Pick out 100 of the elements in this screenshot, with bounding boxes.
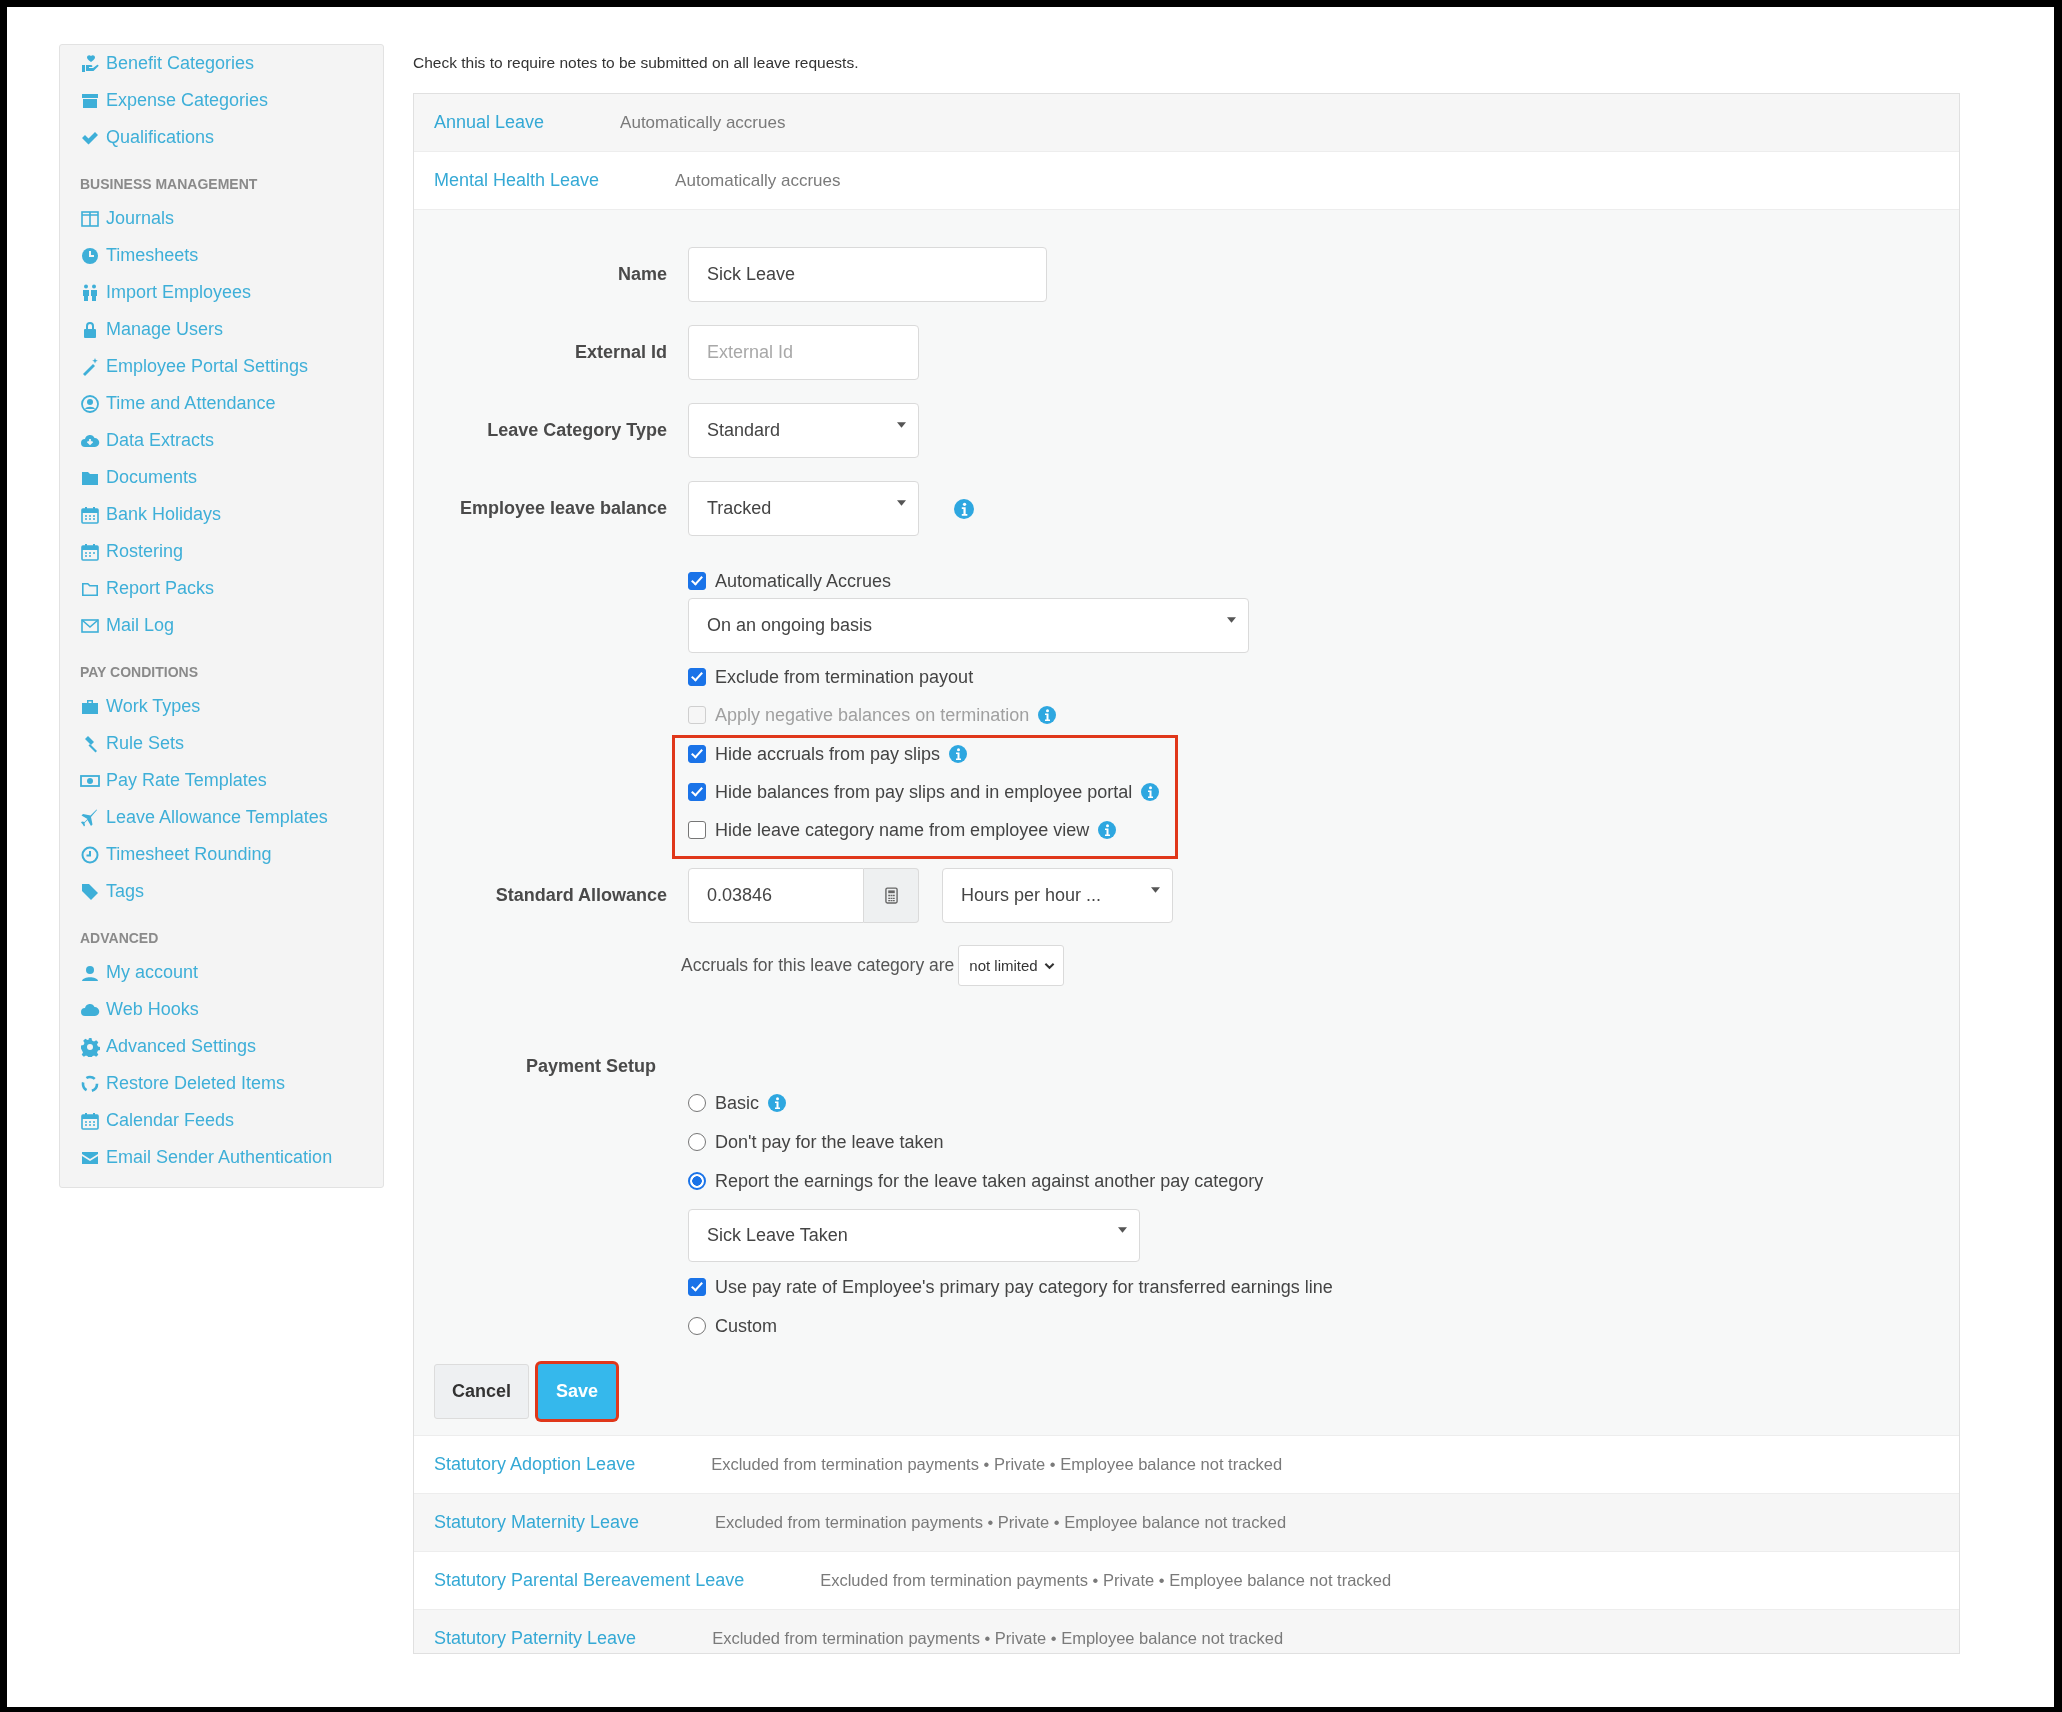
text-field[interactable]: External Id <box>688 325 919 380</box>
sidebar-item[interactable]: Rostering <box>80 533 184 570</box>
info-icon[interactable] <box>1141 783 1160 801</box>
leave-category-description: Excluded from termination payments • Private • Employee balance not tracked <box>820 1571 1392 1590</box>
calendar-icon <box>80 1110 100 1131</box>
radio-label: Custom <box>715 1315 777 1337</box>
leave-category-link[interactable]: Statutory Adoption Leave <box>434 1454 636 1475</box>
info-icon[interactable] <box>1098 821 1117 839</box>
section-heading: BUSINESS MANAGEMENT <box>80 174 259 194</box>
sidebar-item[interactable]: My account <box>80 954 199 991</box>
sidebar-item[interactable]: Timesheet Rounding <box>80 836 272 873</box>
radio-label: Don't pay for the leave taken <box>715 1131 944 1153</box>
sidebar-item[interactable]: Tags <box>80 873 145 910</box>
dropdown[interactable]: Hours per hour ... <box>942 868 1173 923</box>
radio-button[interactable] <box>688 1172 706 1190</box>
sidebar-item[interactable]: Pay Rate Templates <box>80 762 267 799</box>
leave-category-link[interactable]: Statutory Parental Bereavement Leave <box>434 1570 745 1591</box>
sidebar-item[interactable]: Leave Allowance Templates <box>80 799 328 836</box>
sidebar-item[interactable]: Benefit Categories <box>80 45 255 82</box>
caret-icon <box>897 499 906 506</box>
leave-category-description: Automatically accrues <box>620 112 786 133</box>
help-text: Check this to require notes to be submitted on all leave requests. <box>413 53 860 73</box>
caret-icon <box>897 421 906 428</box>
sidebar-item[interactable]: Advanced Settings <box>80 1028 257 1065</box>
checkbox-label: Hide leave category name from employee view <box>715 819 1090 841</box>
sidebar-item[interactable]: Manage Users <box>80 311 224 348</box>
dropdown[interactable]: On an ongoing basis <box>688 598 1249 653</box>
leave-category-description: Excluded from termination payments • Private • Employee balance not tracked <box>712 1629 1284 1648</box>
dropdown[interactable]: Standard <box>688 403 919 458</box>
checkbox[interactable] <box>688 1278 706 1296</box>
info-icon[interactable] <box>954 498 974 519</box>
sidebar-item[interactable]: Mail Log <box>80 607 175 644</box>
sidebar-item[interactable]: Restore Deleted Items <box>80 1065 286 1102</box>
checkbox[interactable] <box>688 572 706 590</box>
save-button[interactable]: Save <box>538 1364 616 1419</box>
caret-icon <box>1118 1226 1127 1233</box>
sidebar-item[interactable]: Employee Portal Settings <box>80 348 309 385</box>
section-heading: PAY CONDITIONS <box>80 662 199 682</box>
section-heading: ADVANCED <box>80 928 160 948</box>
sidebar-item[interactable]: Bank Holidays <box>80 496 222 533</box>
checkbox[interactable] <box>688 783 706 801</box>
sidebar-item[interactable]: Work Types <box>80 688 201 725</box>
radio-button[interactable] <box>688 1317 706 1335</box>
sidebar-item[interactable]: Data Extracts <box>80 422 215 459</box>
sidebar-item[interactable]: Journals <box>80 200 175 237</box>
leave-category-link[interactable]: Statutory Maternity Leave <box>434 1512 640 1533</box>
leave-category-link[interactable]: Statutory Paternity Leave <box>434 1628 637 1649</box>
text-field[interactable]: Sick Leave <box>688 247 1047 302</box>
radio-button[interactable] <box>688 1133 706 1151</box>
number-field[interactable]: 0.03846 <box>688 868 864 923</box>
calculator-button[interactable] <box>864 868 919 923</box>
dropdown[interactable]: not limited <box>958 945 1064 986</box>
checkbox-label: Hide accruals from pay slips <box>715 743 941 765</box>
checkbox[interactable] <box>688 668 706 686</box>
plane-icon <box>80 807 100 828</box>
radio-label: Report the earnings for the leave taken against another pay category <box>715 1170 1264 1192</box>
caret-icon <box>1151 886 1160 893</box>
sidebar-item[interactable]: Expense Categories <box>80 82 269 119</box>
checkbox-label: Apply negative balances on termination <box>715 704 1030 726</box>
checkbox[interactable] <box>688 821 706 839</box>
leave-category-description: Excluded from termination payments • Private • Employee balance not tracked <box>711 1455 1283 1474</box>
leave-category-link[interactable]: Annual Leave <box>434 112 545 133</box>
checkbox[interactable] <box>688 745 706 763</box>
settings-icon <box>80 1036 100 1057</box>
dropdown[interactable]: Sick Leave Taken <box>688 1209 1140 1262</box>
field-label: Leave Category Type <box>486 420 667 441</box>
info-icon[interactable] <box>949 745 968 763</box>
sidebar-item[interactable]: Documents <box>80 459 198 496</box>
sidebar-item[interactable]: Web Hooks <box>80 991 199 1028</box>
sidebar-item[interactable]: Time and Attendance <box>80 385 276 422</box>
calculator-icon <box>884 887 898 904</box>
section-label: Payment Setup <box>524 1055 656 1077</box>
checkbox-label: Use pay rate of Employee's primary pay category for transferred earnings line <box>715 1276 1333 1298</box>
caret-icon <box>1227 616 1236 623</box>
field-label: External Id <box>573 342 667 363</box>
checkbox-label: Automatically Accrues <box>715 570 892 592</box>
leave-category-link[interactable]: Mental Health Leave <box>434 170 600 191</box>
sidebar-item[interactable]: Qualifications <box>80 119 215 156</box>
dropdown[interactable]: Tracked <box>688 481 919 536</box>
radio-label: Basic <box>715 1092 759 1114</box>
sidebar-item[interactable]: Rule Sets <box>80 725 185 762</box>
clock-icon <box>80 844 100 865</box>
accrual-limit-text: Accruals for this leave category are <box>681 955 955 976</box>
sidebar-item[interactable]: Email Sender Authentication <box>80 1139 333 1176</box>
leave-category-description: Automatically accrues <box>675 170 841 191</box>
sidebar-item[interactable]: Timesheets <box>80 237 199 274</box>
sidebar-item[interactable]: Import Employees <box>80 274 252 311</box>
people-icon <box>80 282 100 303</box>
field-label: Name <box>616 264 667 285</box>
clock-icon <box>80 245 100 266</box>
checkbox-label: Hide balances from pay slips and in employee portal <box>715 781 1133 803</box>
sidebar-item[interactable]: Calendar Feeds <box>80 1102 235 1139</box>
radio-button[interactable] <box>688 1094 706 1112</box>
tag-icon <box>80 881 100 902</box>
field-label: Employee leave balance <box>458 498 667 519</box>
checkbox-label: Exclude from termination payout <box>715 666 974 688</box>
sidebar-item[interactable]: Report Packs <box>80 570 215 607</box>
calendar-icon <box>80 504 100 525</box>
info-icon[interactable] <box>768 1094 786 1112</box>
cancel-button[interactable]: Cancel <box>434 1364 529 1419</box>
